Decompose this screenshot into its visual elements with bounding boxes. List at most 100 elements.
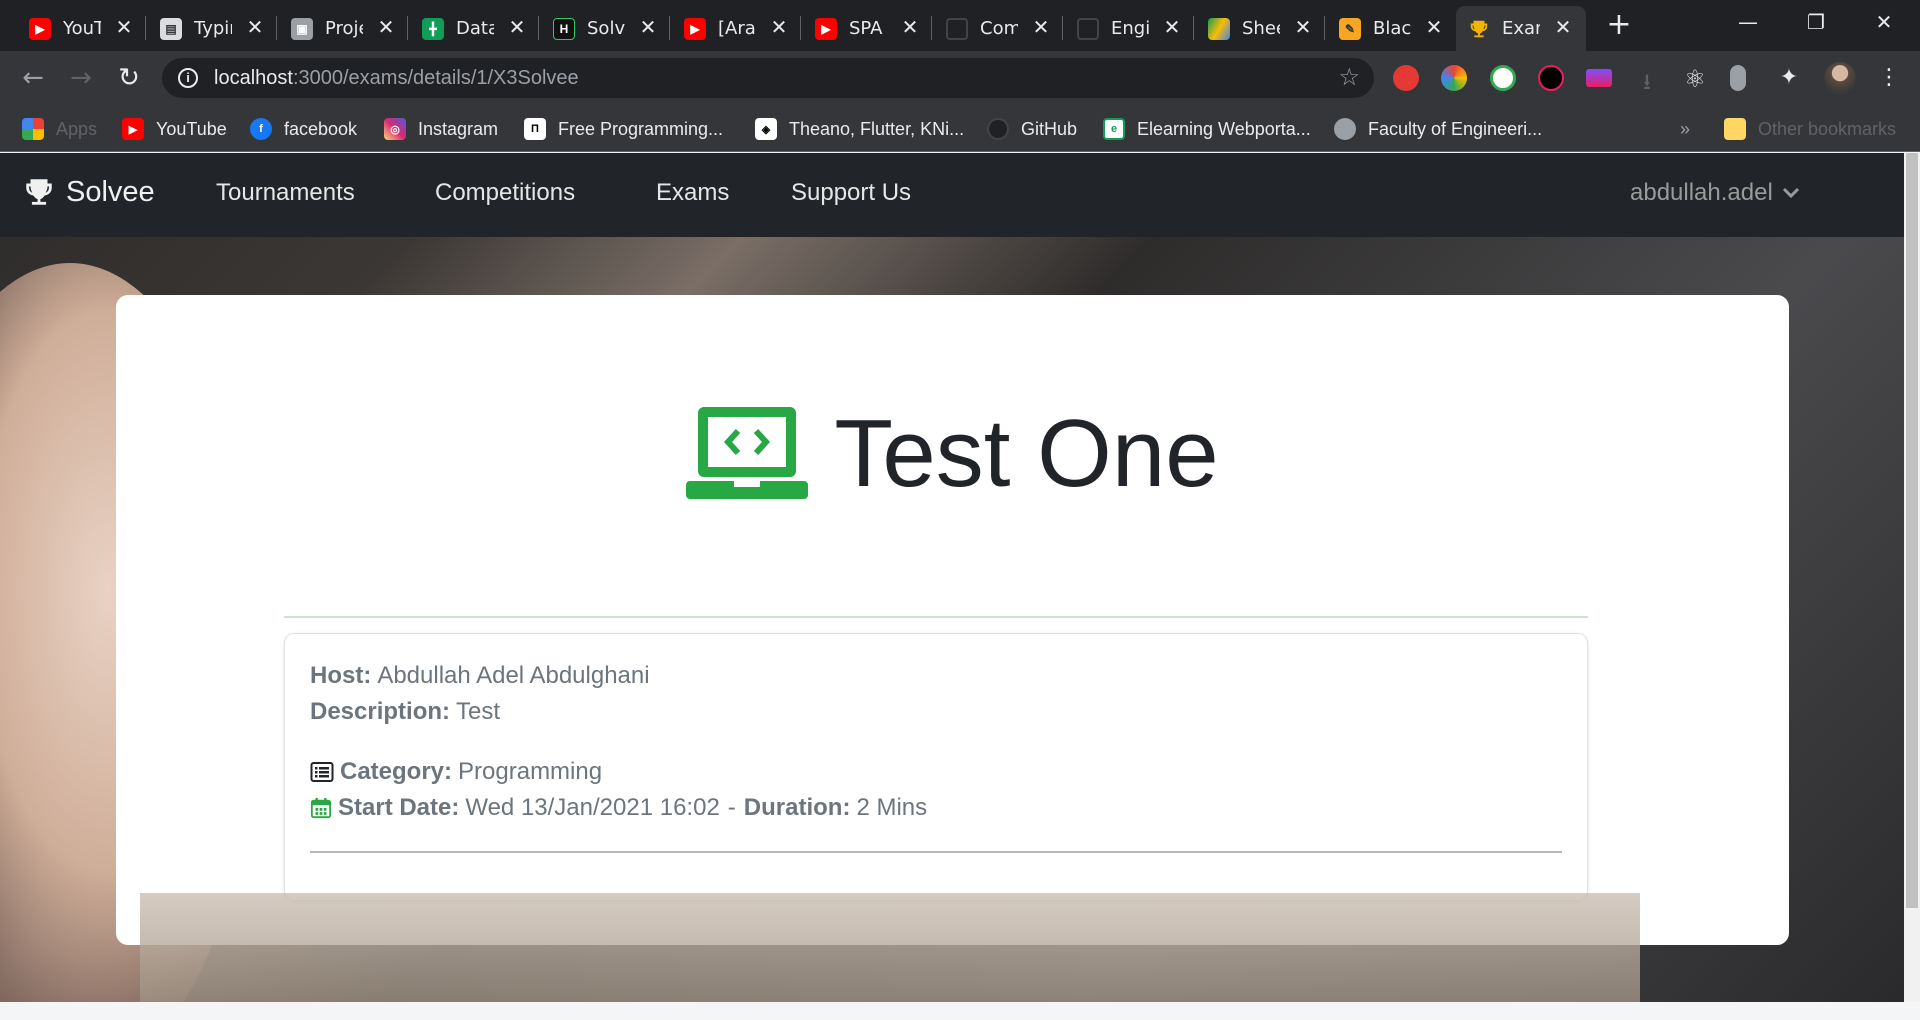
instagram-icon: ◎ [384,118,406,140]
bookmark-star-icon[interactable]: ☆ [1338,63,1360,91]
close-icon[interactable]: ✕ [375,16,397,38]
host-value: Abdullah Adel Abdulghani [377,662,650,689]
page-scrollbar-thumb[interactable] [1906,153,1918,908]
close-icon[interactable]: ✕ [1161,16,1183,38]
other-bookmarks[interactable]: Other bookmarks [1724,116,1896,142]
forward-arrow-icon[interactable]: → [64,61,98,95]
github-icon [946,17,968,40]
download-icon[interactable]: ⭳ [1634,65,1660,95]
puzzle-extensions-icon[interactable]: ✦ [1776,65,1802,91]
react-devtools-icon[interactable]: ⚛ [1682,65,1708,93]
browser-tab[interactable]: ✎ Black ✕ [1327,6,1457,51]
bookmark-label: Faculty of Engineeri... [1368,118,1543,139]
tab-title: [Arabic [718,18,756,39]
page-background: Solvee Tournaments Competitions Exams Su… [0,153,1904,1002]
laptop-code-icon [686,407,809,499]
bookmark-free-programming[interactable]: П Free Programming... [524,116,723,142]
schedule-separator: - [727,794,736,821]
minimize-icon[interactable]: — [1718,6,1778,38]
adblock-extension-icon[interactable] [1393,65,1419,91]
bookmark-label: YouTube [156,118,227,139]
bookmark-youtube[interactable]: ▶ YouTube [122,116,227,142]
menu-extension-icon[interactable] [1586,69,1612,87]
close-icon[interactable]: ✕ [1292,16,1314,38]
fonts-extension-icon[interactable] [1538,65,1564,91]
pencil-icon: ✎ [1339,17,1361,40]
exam-title: Test One [834,400,1219,507]
browser-tab[interactable]: ▣ Project ✕ [279,6,409,51]
bookmark-theano[interactable]: ◈ Theano, Flutter, KNi... [755,116,964,142]
browser-tab[interactable]: Shee ✕ [1196,6,1326,51]
bookmark-label: Instagram [418,118,499,139]
profile-avatar[interactable] [1824,62,1856,94]
tab-divider [1324,16,1325,40]
close-icon[interactable]: ✕ [1030,16,1052,38]
exam-header: Test One [116,405,1789,503]
bookmark-faculty[interactable]: Faculty of Engineeri... [1334,116,1542,142]
user-menu-dropdown[interactable]: abdullah.adel [1630,179,1801,207]
browser-tab[interactable]: ▶ SPA ✕ [803,6,933,51]
bookmark-facebook[interactable]: f facebook [250,116,357,142]
tab-divider [145,16,146,40]
description-label: Description: [310,698,451,725]
bookmarks-overflow-button[interactable]: » [1680,116,1690,142]
tab-divider [538,16,539,40]
browser-tab-active[interactable]: Exam ✕ [1456,6,1586,51]
bookmark-apps[interactable]: Apps [22,116,97,142]
more-vertical-icon[interactable]: ⋮ [1876,65,1902,91]
close-icon[interactable]: ✕ [637,16,659,38]
browser-tab[interactable]: H Solve ✕ [541,6,671,51]
bookmark-label: GitHub [1021,118,1078,139]
tab-title: Solve [587,18,625,39]
close-icon[interactable]: ✕ [1423,16,1445,38]
nav-exams[interactable]: Exams [656,179,729,207]
bookmark-instagram[interactable]: ◎ Instagram [384,116,498,142]
nav-support-us[interactable]: Support Us [791,179,911,207]
close-icon[interactable]: ✕ [113,16,135,38]
browser-toolbar: ← → ↻ i localhost:3000/exams/details/1/X… [0,51,1920,104]
bookmarks-bar: Apps ▶ YouTube f facebook ◎ Instagram П … [0,104,1920,152]
drive-icon [1208,17,1230,40]
bookmark-github[interactable]: GitHub [987,116,1077,142]
close-icon[interactable]: ✕ [244,16,266,38]
browser-tab[interactable]: ▶ [Arabic ✕ [672,6,802,51]
exam-card: Test One Host: Abdullah Adel Abdulghani … [116,295,1789,945]
username: abdullah.adel [1630,179,1773,206]
start-date-label: Start Date: [338,794,460,821]
site-info-icon[interactable]: i [178,68,198,88]
back-arrow-icon[interactable]: ← [16,61,50,95]
github-icon [1077,17,1099,40]
browser-tab[interactable]: ╋ Data ✕ [410,6,540,51]
hackerrank-icon: H [553,17,575,40]
close-icon[interactable]: ✕ [899,16,921,38]
list-icon [310,762,334,782]
tab-divider [669,16,670,40]
tab-title: Black [1373,18,1411,39]
bookmark-elearning[interactable]: e Elearning Webporta... [1103,116,1311,142]
browser-tab[interactable]: Engi ✕ [1065,6,1195,51]
nav-competitions[interactable]: Competitions [435,179,575,207]
close-icon[interactable]: ✕ [506,16,528,38]
youtube-icon: ▶ [29,17,51,40]
color-picker-extension-icon[interactable] [1441,65,1467,91]
close-window-icon[interactable]: ✕ [1854,6,1914,38]
close-icon[interactable]: ✕ [768,16,790,38]
nav-tournaments[interactable]: Tournaments [216,179,355,207]
brand-link[interactable]: Solvee [22,175,155,209]
tab-divider [276,16,277,40]
extension-icon[interactable] [1730,65,1746,91]
host-row: Host: Abdullah Adel Abdulghani [310,662,650,690]
new-tab-button[interactable]: + [1604,10,1634,40]
close-icon[interactable]: ✕ [1552,16,1574,38]
reload-icon[interactable]: ↻ [112,61,146,95]
url-text[interactable]: localhost:3000/exams/details/1/X3Solvee [214,67,579,90]
browser-tab[interactable]: ▶ YouTube ✕ [17,6,147,51]
apps-grid-icon [22,118,44,140]
restore-icon[interactable]: ❐ [1786,6,1846,38]
browser-tab[interactable]: ▤ Typing ✕ [148,6,278,51]
other-bookmarks-label: Other bookmarks [1758,118,1897,139]
grammar-extension-icon[interactable] [1490,65,1516,91]
address-bar[interactable]: i localhost:3000/exams/details/1/X3Solve… [162,58,1374,98]
browser-tab[interactable]: Com ✕ [934,6,1064,51]
brand-name: Solvee [66,175,155,208]
